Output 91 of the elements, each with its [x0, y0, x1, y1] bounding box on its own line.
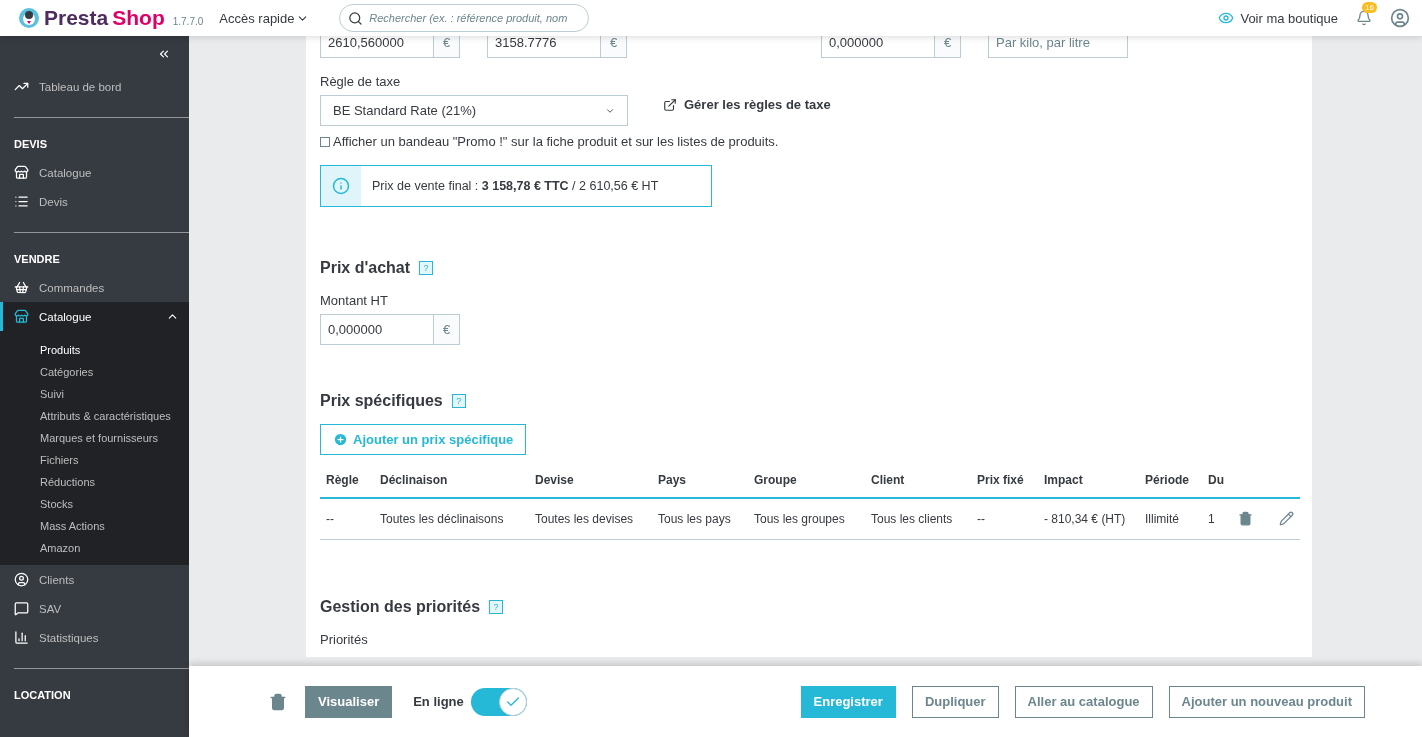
basket-icon	[14, 280, 29, 295]
table-cell: Toutes les devises	[529, 498, 652, 540]
notification-badge: 16	[1362, 2, 1377, 13]
plus-icon	[333, 432, 348, 447]
list-icon	[14, 194, 29, 209]
table-cell: Illimité	[1139, 498, 1202, 540]
final-price-text: Prix de vente final : 3 158,78 € TTC / 2 610,56 € HT	[372, 179, 659, 193]
sidebar-item[interactable]: Commandes	[0, 273, 189, 302]
sidebar-item[interactable]: Catalogue	[0, 158, 189, 187]
chat-icon	[14, 601, 29, 616]
table-cell: Tous les clients	[865, 498, 971, 540]
price-field[interactable]: 3158.7776 €	[487, 36, 627, 58]
sidebar-item[interactable]: Statistiques	[0, 623, 189, 652]
submenu-item[interactable]: Réductions	[0, 471, 189, 493]
currency-addon: €	[600, 36, 626, 57]
logo-text: Shop	[112, 6, 165, 30]
user-icon[interactable]	[1390, 8, 1410, 28]
preview-button[interactable]: Visualiser	[305, 685, 393, 718]
online-label: En ligne	[413, 694, 464, 709]
field-label: Montant HT	[320, 293, 389, 308]
table-cell: Tous les pays	[652, 498, 748, 540]
submenu-item[interactable]: Amazon	[0, 537, 189, 559]
bell-icon[interactable]	[1356, 10, 1372, 26]
sidebar-item[interactable]: SAV	[0, 594, 189, 623]
submenu-item[interactable]: Produits	[0, 339, 189, 361]
bar-chart-icon	[14, 630, 29, 645]
logo-text: Presta	[44, 6, 109, 30]
checkbox-label: Afficher un bandeau "Promo !" sur la fiche produit et sur les listes de produits.	[333, 134, 779, 149]
submenu-item[interactable]: Marques et fournisseurs	[0, 427, 189, 449]
view-shop-link[interactable]: Voir ma boutique	[1218, 10, 1338, 26]
edit-icon[interactable]	[1279, 511, 1294, 526]
column-header: Client	[865, 473, 971, 498]
column-header: Règle	[320, 473, 374, 498]
collapse-icon[interactable]	[157, 47, 171, 61]
footer-button[interactable]: Dupliquer	[911, 685, 999, 718]
store-icon	[14, 165, 29, 180]
eye-icon	[1218, 10, 1235, 26]
table-cell: --	[320, 498, 374, 540]
section-heading: Prix d'achat	[320, 259, 411, 277]
table-cell: 1	[1202, 498, 1232, 540]
submenu-item[interactable]: Suivi	[0, 383, 189, 405]
submenu-item[interactable]: Catégories	[0, 361, 189, 383]
sidebar-item[interactable]: Tableau de bord	[0, 72, 189, 101]
info-icon	[332, 177, 350, 195]
footer-button[interactable]: Ajouter un nouveau produit	[1168, 685, 1365, 718]
delete-icon[interactable]	[269, 692, 287, 711]
table-cell: - 810,34 € (HT)	[1038, 498, 1139, 540]
price-field[interactable]: 2610,560000 €	[320, 36, 460, 58]
store-icon	[14, 309, 29, 324]
quick-access-menu[interactable]: Accès rapide	[219, 10, 310, 26]
version-text: 1.7.7.0	[172, 15, 204, 27]
purchase-price-field[interactable]: 0,000000 €	[320, 314, 460, 345]
field-label: Priorités	[320, 632, 369, 647]
column-header: Déclinaison	[374, 473, 529, 498]
manage-tax-link[interactable]: Gérer les règles de taxe	[663, 97, 831, 112]
section-title: LOCATION	[13, 688, 72, 703]
price-field[interactable]: 0,000000 €	[821, 36, 961, 58]
submenu-item[interactable]: Fichiers	[0, 449, 189, 471]
penguin-logo-icon	[18, 7, 40, 29]
delete-icon[interactable]	[1238, 511, 1253, 526]
currency-addon: €	[934, 36, 960, 57]
submenu-item[interactable]: Stocks	[0, 493, 189, 515]
column-header: Période	[1139, 473, 1202, 498]
column-header: Impact	[1038, 473, 1139, 498]
column-header: Groupe	[748, 473, 865, 498]
column-header: Devise	[529, 473, 652, 498]
footer-button[interactable]: Aller au catalogue	[1014, 685, 1153, 718]
table-cell: Toutes les déclinaisons	[374, 498, 529, 540]
sidebar-item[interactable]: Catalogue	[0, 302, 189, 331]
online-toggle[interactable]	[470, 687, 527, 716]
section-title: VENDRE	[13, 252, 61, 267]
sidebar-item[interactable]: Devis	[0, 187, 189, 216]
external-link-icon	[663, 97, 677, 112]
section-heading: Prix spécifiques	[320, 392, 443, 410]
checkbox[interactable]	[320, 136, 330, 147]
submenu-item[interactable]: Attributs & caractéristiques	[0, 405, 189, 427]
table-cell: --	[971, 498, 1038, 540]
sidebar-item[interactable]: Clients	[0, 565, 189, 594]
currency-addon: €	[433, 36, 459, 57]
field-label: Règle de taxe	[320, 74, 402, 89]
search-icon	[348, 10, 364, 26]
section-heading: Gestion des priorités	[320, 598, 481, 616]
user-icon	[14, 572, 29, 587]
table-cell: Tous les groupes	[748, 498, 865, 540]
section-title: DEVIS	[13, 137, 48, 152]
submenu-item[interactable]: Mass Actions	[0, 515, 189, 537]
currency-addon: €	[433, 315, 459, 344]
column-header: Prix fixé	[971, 473, 1038, 498]
column-header: Pays	[652, 473, 748, 498]
column-header: Du	[1202, 473, 1232, 498]
tax-rule-select[interactable]: BE Standard Rate (21%)	[320, 95, 628, 126]
